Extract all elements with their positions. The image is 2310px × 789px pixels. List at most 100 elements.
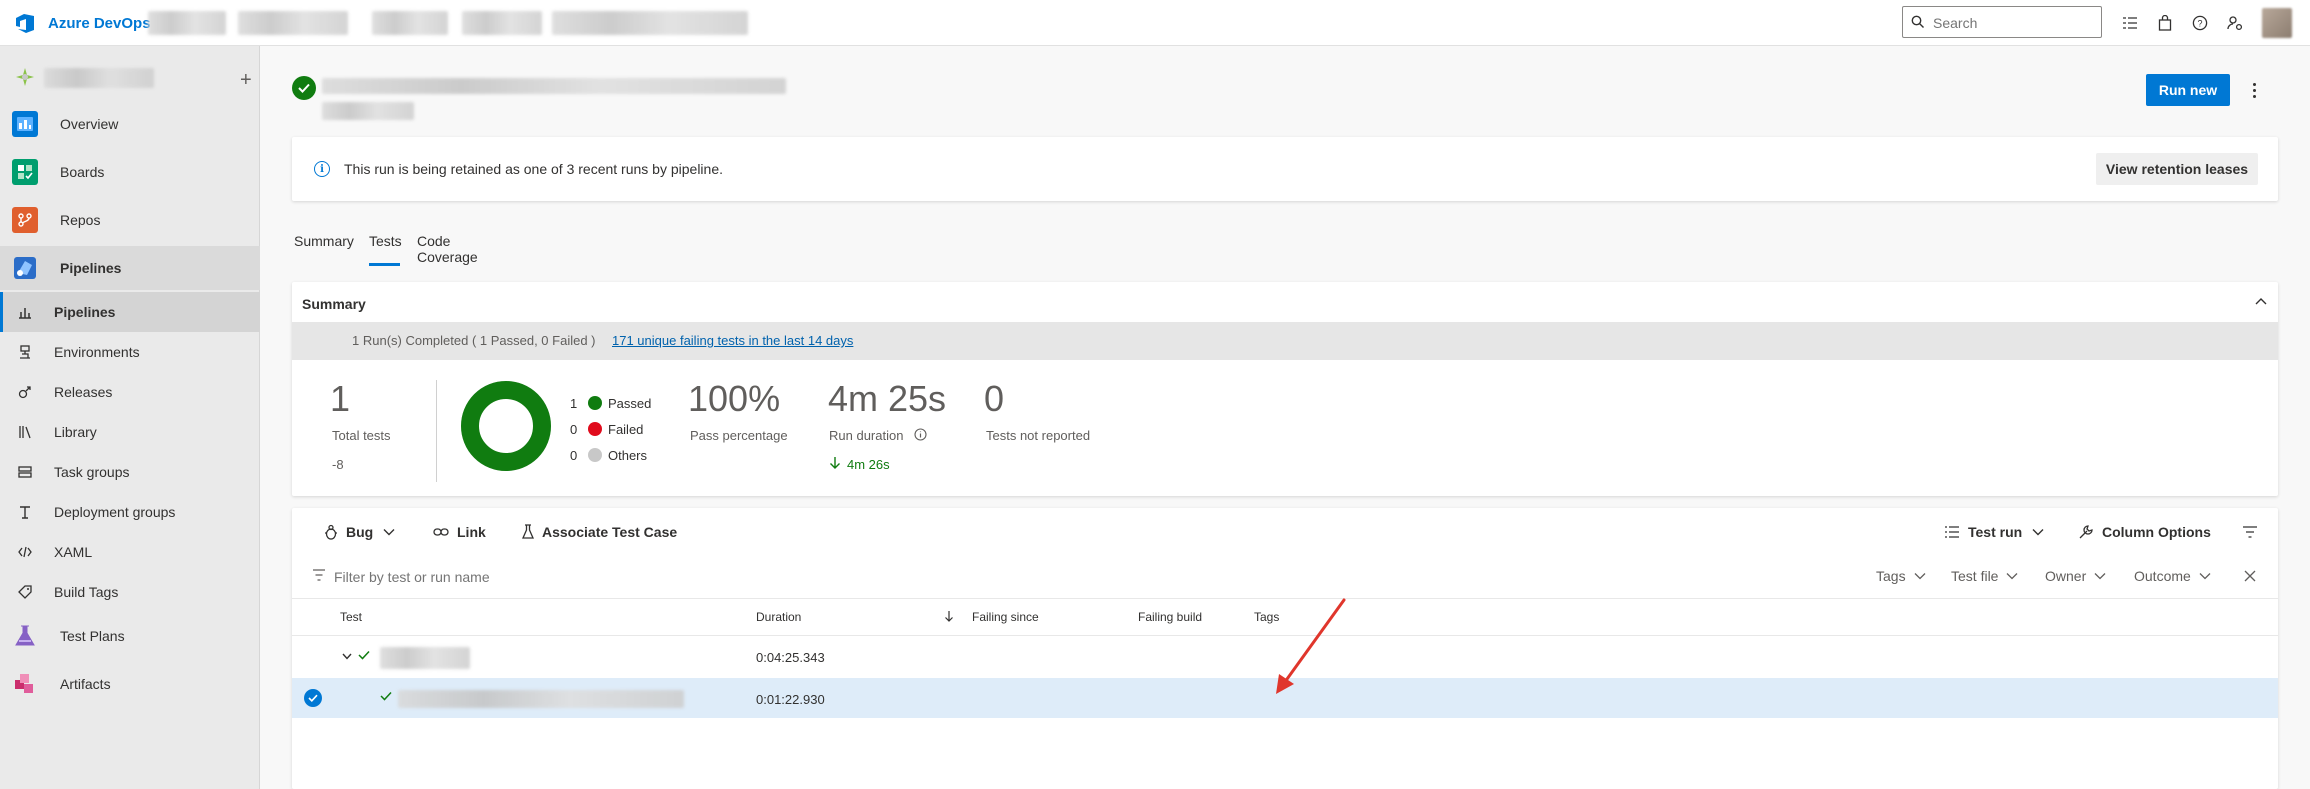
sidebar-subitem-environments[interactable]: Environments <box>0 332 260 372</box>
overview-icon <box>12 111 38 137</box>
legend-dot-passed <box>588 396 602 410</box>
view-retention-leases-button[interactable]: View retention leases <box>2096 153 2258 185</box>
test-file-filter-label: Test file <box>1951 568 1999 584</box>
marketplace-icon[interactable] <box>2155 13 2175 33</box>
banner-text: This run is being retained as one of 3 r… <box>344 161 724 177</box>
checkmark-icon <box>380 691 392 701</box>
tab-tests[interactable]: Tests <box>369 233 402 265</box>
sidebar-subitem-xaml[interactable]: XAML <box>0 532 260 572</box>
owner-filter-dropdown[interactable]: Owner <box>2045 568 2106 584</box>
sidebar-subitem-deployment-groups[interactable]: Deployment groups <box>0 492 260 532</box>
bug-label: Bug <box>346 524 374 540</box>
work-items-icon[interactable] <box>2120 13 2140 33</box>
breadcrumb-pipeline[interactable] <box>462 11 542 35</box>
link-label: Link <box>457 524 486 540</box>
filter-icon <box>313 569 325 581</box>
sidebar-item-boards[interactable]: Boards <box>0 150 260 194</box>
duration-cell: 0:04:25.343 <box>756 650 825 665</box>
total-tests-delta: -8 <box>332 457 344 472</box>
releases-icon <box>16 383 34 401</box>
more-actions-icon[interactable] <box>2246 78 2262 102</box>
pass-percentage-value: 100% <box>688 378 781 419</box>
test-run-label: Test run <box>1968 524 2023 540</box>
azure-devops-logo-icon[interactable] <box>14 12 36 34</box>
sidebar-item-test-plans[interactable]: Test Plans <box>0 614 260 658</box>
chevron-down-icon <box>2094 573 2106 580</box>
legend-count: 0 <box>570 421 578 437</box>
tags-filter-dropdown[interactable]: Tags <box>1876 568 1926 584</box>
sidebar-item-pipelines[interactable]: Pipelines <box>0 246 260 290</box>
project-selector[interactable]: + <box>14 58 254 94</box>
failing-tests-link[interactable]: 171 unique failing tests in the last 14 … <box>612 333 853 348</box>
outcome-filter-dropdown[interactable]: Outcome <box>2134 568 2211 584</box>
summary-title: Summary <box>302 296 366 312</box>
top-bar: Azure DevOps ? <box>0 0 2310 46</box>
sidebar-item-repos[interactable]: Repos <box>0 198 260 242</box>
chevron-down-icon <box>2199 573 2211 580</box>
run-duration-delta: 4m 26s <box>847 457 890 472</box>
breadcrumb-org[interactable] <box>148 11 226 35</box>
breadcrumb-pipelines[interactable] <box>372 11 448 35</box>
legend-failed: 0 Failed <box>570 420 643 438</box>
sidebar-item-artifacts[interactable]: Artifacts <box>0 662 260 706</box>
run-new-button[interactable]: Run new <box>2146 74 2230 106</box>
sidebar-subitem-releases[interactable]: Releases <box>0 372 260 412</box>
info-icon[interactable] <box>914 428 927 441</box>
legend-dot-others <box>588 448 602 462</box>
chevron-down-icon <box>2007 573 2018 580</box>
test-plans-icon <box>12 623 38 649</box>
bug-dropdown[interactable]: Bug <box>324 522 395 542</box>
info-icon: i <box>314 161 330 177</box>
filter-input[interactable] <box>334 567 734 587</box>
row-selected-checkbox[interactable] <box>304 689 322 707</box>
runs-completed-text: 1 Run(s) Completed ( 1 Passed, 0 Failed … <box>352 333 596 348</box>
outcome-filter-label: Outcome <box>2134 568 2191 584</box>
tab-summary[interactable]: Summary <box>294 233 354 265</box>
sidebar-subitem-label: Build Tags <box>54 584 119 600</box>
sidebar-item-overview[interactable]: Overview <box>0 102 260 146</box>
total-tests-label: Total tests <box>332 428 391 443</box>
avatar[interactable] <box>2262 8 2292 38</box>
column-header-duration[interactable]: Duration <box>756 610 801 624</box>
sidebar-subitem-library[interactable]: Library <box>0 412 260 452</box>
test-run-dropdown[interactable]: Test run <box>1944 522 2044 542</box>
sidebar-item-label: Overview <box>60 116 119 132</box>
add-project-button[interactable]: + <box>240 70 252 90</box>
help-icon[interactable]: ? <box>2190 13 2210 33</box>
test-case-name <box>398 690 684 708</box>
sidebar-subitem-label: Deployment groups <box>54 504 176 520</box>
legend-dot-failed <box>588 422 602 436</box>
link-button[interactable]: Link <box>433 522 486 542</box>
summary-divider <box>436 380 437 482</box>
chevron-down-icon[interactable] <box>342 653 352 660</box>
search-input[interactable] <box>1933 13 2093 33</box>
column-header-failing-since[interactable]: Failing since <box>972 610 1039 624</box>
filter-toggle-icon[interactable] <box>2242 525 2258 539</box>
clear-filters-icon[interactable] <box>2244 570 2256 582</box>
tab-code-coverage[interactable]: Code Coverage <box>417 233 478 265</box>
search-box[interactable] <box>1902 6 2102 38</box>
sidebar-subitem-label: XAML <box>54 544 93 560</box>
user-settings-icon[interactable] <box>2225 13 2245 33</box>
column-header-failing-build[interactable]: Failing build <box>1138 610 1202 624</box>
chevron-down-icon <box>2032 529 2044 536</box>
test-file-filter-dropdown[interactable]: Test file <box>1951 568 2018 584</box>
legend-label: Failed <box>608 421 644 437</box>
sidebar-subitem-label: Library <box>54 424 97 440</box>
breadcrumb-project[interactable] <box>238 11 348 35</box>
column-header-test[interactable]: Test <box>340 610 362 624</box>
sidebar-subitem-pipelines[interactable]: Pipelines <box>0 292 260 332</box>
breadcrumb-run[interactable] <box>552 11 748 35</box>
sort-descending-icon[interactable] <box>944 610 954 623</box>
not-reported-label: Tests not reported <box>986 428 1091 443</box>
brand-name[interactable]: Azure DevOps <box>48 15 151 32</box>
sidebar-subitem-task-groups[interactable]: Task groups <box>0 452 260 492</box>
test-run-name <box>380 647 470 669</box>
chevron-down-icon <box>383 529 395 536</box>
chevron-up-icon[interactable] <box>2254 296 2268 306</box>
column-options-button[interactable]: Column Options <box>2078 522 2211 542</box>
sidebar-subitem-build-tags[interactable]: Build Tags <box>0 572 260 612</box>
sidebar: + Overview Boards Repos Pipelines Pipeli… <box>0 46 260 789</box>
associate-test-case-button[interactable]: Associate Test Case <box>522 522 677 542</box>
summary-card: Summary 1 Run(s) Completed ( 1 Passed, 0… <box>292 282 2278 496</box>
